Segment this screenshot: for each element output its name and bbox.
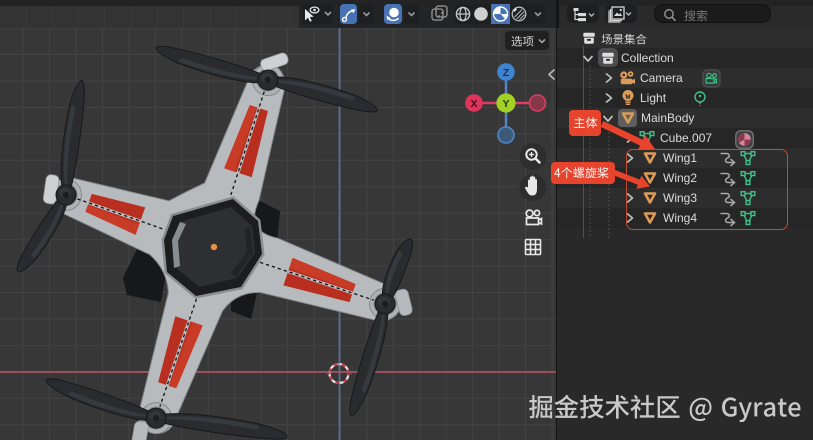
svg-text:X: X xyxy=(470,98,477,110)
svg-text:Z: Z xyxy=(503,67,510,79)
svg-text:Y: Y xyxy=(502,98,509,110)
